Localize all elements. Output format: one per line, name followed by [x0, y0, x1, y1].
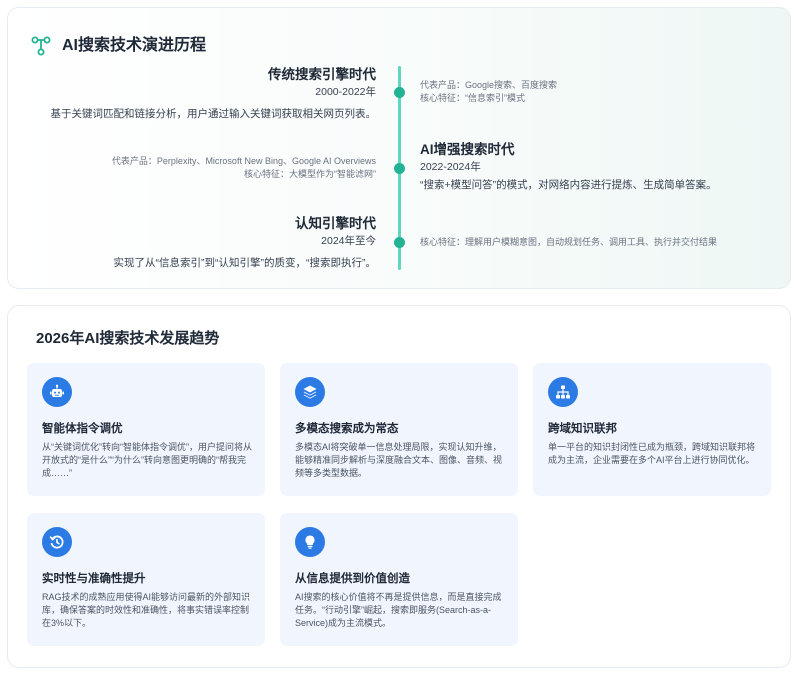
- robot-icon: [42, 377, 72, 407]
- trend-title: 实时性与准确性提升: [42, 573, 146, 585]
- layers-icon: [295, 377, 325, 407]
- trends-card: 2026年AI搜索技术发展趋势 智能体指令调优 从“关键词优化”转向“智能体指令…: [7, 305, 791, 668]
- era-meta-line: 代表产品：Google搜索、百度搜索: [420, 80, 558, 90]
- era-ai-enhanced-meta: 代表产品：Perplexity、Microsoft New Bing、Googl…: [112, 155, 376, 181]
- era-description: 实现了从“信息索引”到“认知引擎”的质变，“搜索即执行”。: [113, 257, 376, 269]
- trend-card: 多模态搜索成为常态 多模态AI将突破单一信息处理局限，实现认知升维，能够精准同步…: [280, 363, 518, 496]
- era-meta-line: 核心特征：大模型作为“智能滤网”: [244, 169, 376, 179]
- era-meta-line: 核心特征：“信息索引”模式: [420, 93, 525, 103]
- era-date: 2022-2024年: [420, 161, 481, 173]
- trend-card: 实时性与准确性提升 RAG技术的成熟应用使得AI能够访问最新的外部知识库，确保答…: [27, 513, 265, 646]
- era-title: 认知引擎时代: [295, 216, 376, 231]
- trend-description: 单一平台的知识封闭性已成为瓶颈，跨域知识联邦将成为主流，企业需要在多个AI平台上…: [548, 442, 756, 465]
- era-meta-line: 代表产品：Perplexity、Microsoft New Bing、Googl…: [111, 156, 376, 166]
- timeline-dot: [394, 87, 405, 98]
- trend-title: 跨域知识联邦: [548, 423, 617, 435]
- era-description: 基于关键词匹配和链接分析，用户通过输入关键词获取相关网页列表。: [50, 108, 377, 120]
- era-cognitive: 认知引擎时代 2024年至今 实现了从“信息索引”到“认知引擎”的质变，“搜索即…: [114, 215, 376, 271]
- timeline-dot: [394, 237, 405, 248]
- hierarchy-icon: [548, 377, 578, 407]
- trend-description: 多模态AI将突破单一信息处理局限，实现认知升维，能够精准同步解析与深度融合文本、…: [295, 442, 503, 478]
- trend-description: RAG技术的成熟应用使得AI能够访问最新的外部知识库，确保答案的时效性和准确性，…: [42, 592, 251, 628]
- era-title: 传统搜索引擎时代: [268, 67, 376, 82]
- evolution-timeline-card: AI搜索技术演进历程 传统搜索引擎时代 2000-2022年 基于关键词匹配和链…: [7, 7, 791, 289]
- era-description: “搜索+模型问答”的模式，对网络内容进行提炼、生成简单答案。: [420, 179, 717, 191]
- trend-title: 多模态搜索成为常态: [295, 423, 399, 435]
- trends-title: 2026年AI搜索技术发展趋势: [36, 330, 220, 347]
- trend-card: 从信息提供到价值创造 AI搜索的核心价值将不再是提供信息，而是直接完成任务。“行…: [280, 513, 518, 646]
- era-date: 2024年至今: [321, 235, 376, 247]
- trend-card: 跨域知识联邦 单一平台的知识封闭性已成为瓶颈，跨域知识联邦将成为主流，企业需要在…: [533, 363, 771, 496]
- era-cognitive-meta: 核心特征：理解用户模糊意图，自动规划任务、调用工具、执行并交付结果: [420, 236, 717, 249]
- history-icon: [42, 527, 72, 557]
- era-meta-line: 核心特征：理解用户模糊意图，自动规划任务、调用工具、执行并交付结果: [420, 237, 718, 247]
- trend-card: 智能体指令调优 从“关键词优化”转向“智能体指令调优”，用户提问将从开放式的“是…: [27, 363, 265, 496]
- era-date: 2000-2022年: [315, 86, 376, 98]
- network-icon: [31, 36, 51, 56]
- trend-title: 智能体指令调优: [42, 423, 123, 435]
- trend-title: 从信息提供到价值创造: [295, 573, 410, 585]
- era-ai-enhanced: AI增强搜索时代 2022-2024年 “搜索+模型问答”的模式，对网络内容进行…: [420, 141, 717, 193]
- lightbulb-icon: [295, 527, 325, 557]
- trend-description: AI搜索的核心价值将不再是提供信息，而是直接完成任务。“行动引擎”崛起，搜索即服…: [295, 592, 502, 628]
- era-title: AI增强搜索时代: [420, 142, 515, 157]
- timeline-title: AI搜索技术演进历程: [62, 37, 207, 54]
- era-traditional: 传统搜索引擎时代 2000-2022年 基于关键词匹配和链接分析，用户通过输入关…: [51, 66, 377, 122]
- trend-description: 从“关键词优化”转向“智能体指令调优”，用户提问将从开放式的“是什么”“为什么”…: [42, 442, 252, 478]
- era-traditional-meta: 代表产品：Google搜索、百度搜索 核心特征：“信息索引”模式: [420, 79, 557, 105]
- timeline-dot: [394, 163, 405, 174]
